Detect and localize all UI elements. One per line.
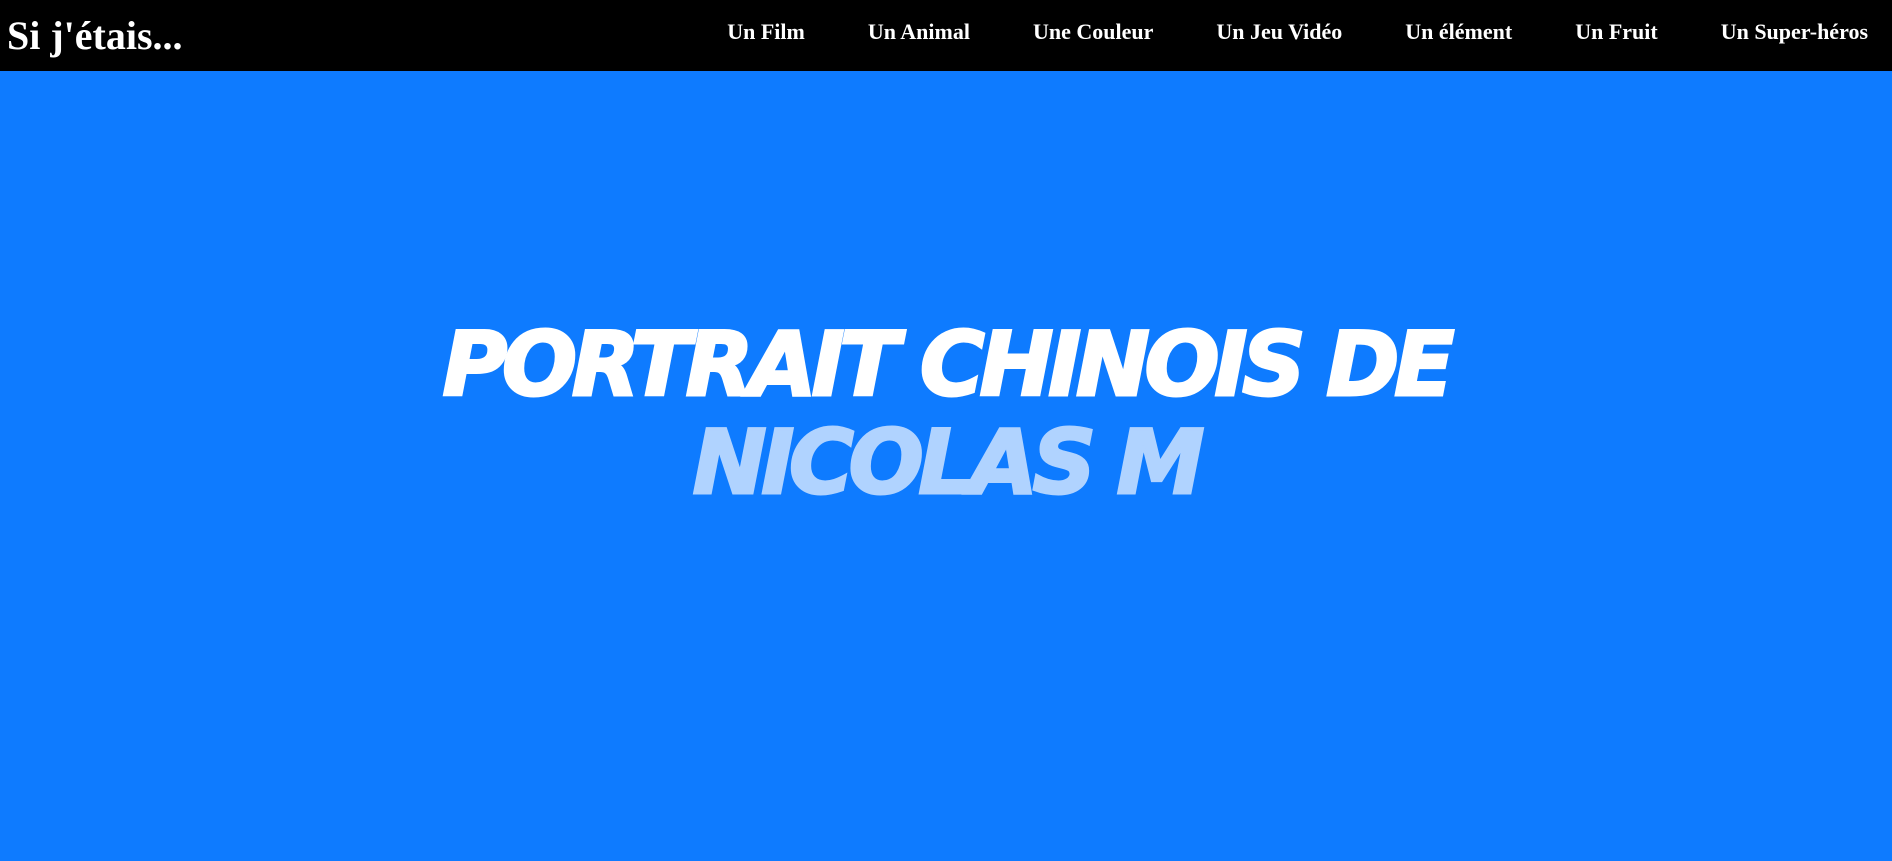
nav-link-super-heros[interactable]: Un Super-héros (1721, 19, 1868, 45)
hero-title: PORTRAIT CHINOIS DE NICOLAS M (0, 313, 1892, 514)
nav-link-animal[interactable]: Un Animal (868, 19, 970, 45)
nav-link-jeu-video[interactable]: Un Jeu Vidéo (1216, 19, 1342, 45)
nav-item-jeu-video: Un Jeu Vidéo (1216, 0, 1342, 71)
nav-item-couleur: Une Couleur (1033, 0, 1153, 71)
hero-section: PORTRAIT CHINOIS DE NICOLAS M (0, 71, 1892, 861)
nav-menu: Un Film Un Animal Une Couleur Un Jeu Vid… (664, 0, 1868, 71)
nav-item-super-heros: Un Super-héros (1721, 0, 1868, 71)
nav-link-element[interactable]: Un élément (1405, 19, 1512, 45)
hero-title-name: NICOLAS M (691, 411, 1206, 514)
hero-title-line: PORTRAIT CHINOIS DE (441, 313, 1456, 416)
nav-item-fruit: Un Fruit (1575, 0, 1658, 71)
nav-link-fruit[interactable]: Un Fruit (1575, 19, 1658, 45)
nav-item-element: Un élément (1405, 0, 1512, 71)
nav-item-animal: Un Animal (868, 0, 970, 71)
top-navbar: Si j'étais... Un Film Un Animal Une Coul… (0, 0, 1892, 71)
nav-link-couleur[interactable]: Une Couleur (1033, 19, 1153, 45)
nav-item-film: Un Film (727, 0, 805, 71)
site-brand[interactable]: Si j'étais... (7, 13, 183, 59)
nav-link-film[interactable]: Un Film (727, 19, 805, 45)
